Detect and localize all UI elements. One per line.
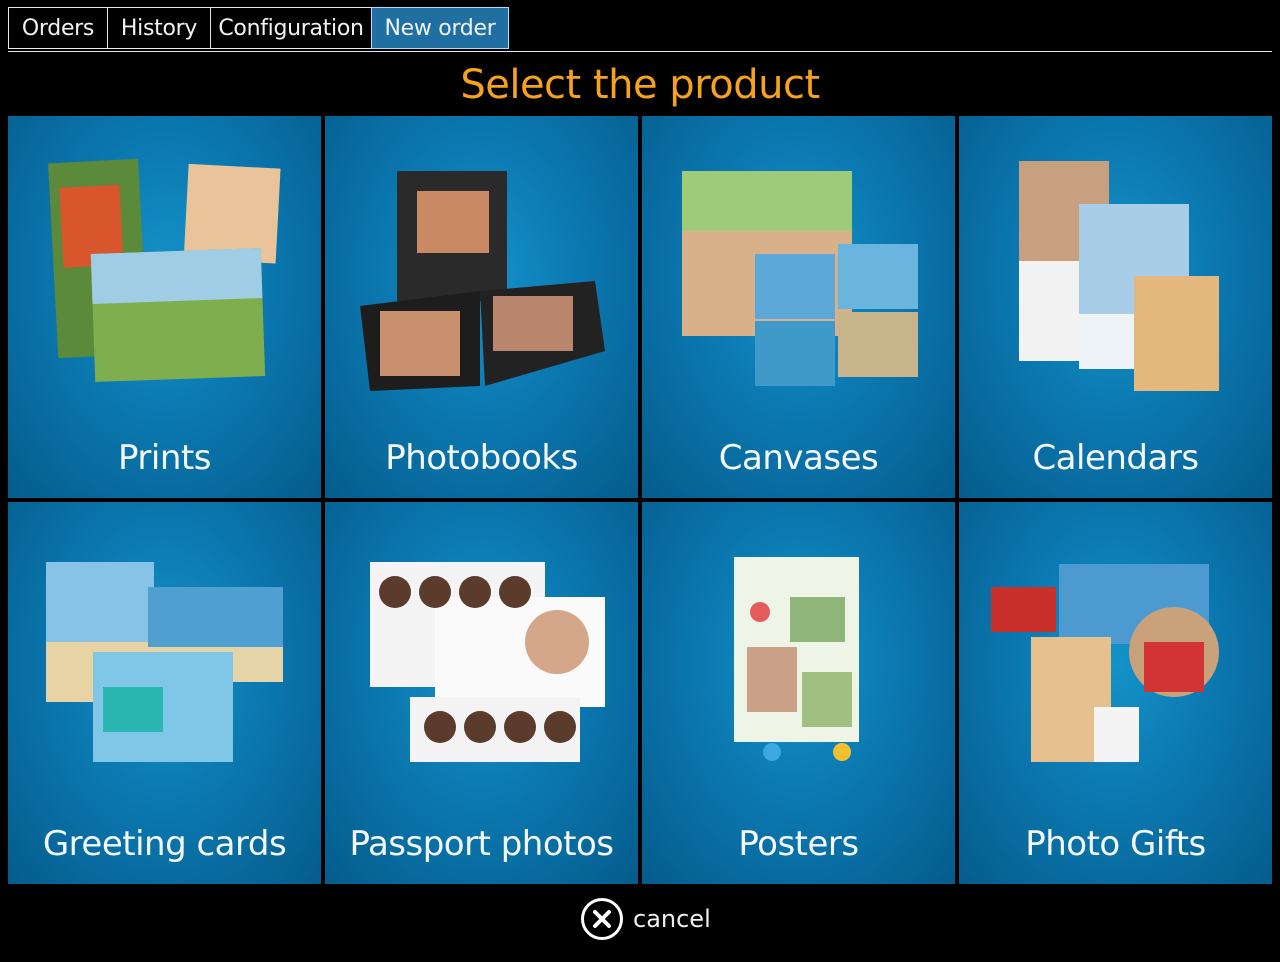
product-label: Canvases [718, 438, 879, 478]
tab-orders[interactable]: Orders [8, 7, 108, 49]
tab-new-order[interactable]: New order [371, 7, 509, 49]
greeting-cards-illustration [46, 562, 283, 762]
prints-illustration [48, 158, 281, 382]
tab-configuration[interactable]: Configuration [210, 7, 372, 49]
product-tile-passport-photos[interactable]: Passport photos [325, 502, 638, 884]
product-tile-greeting-cards[interactable]: Greeting cards [8, 502, 321, 884]
close-icon [581, 898, 623, 940]
product-label: Photobooks [385, 438, 578, 478]
product-tile-prints[interactable]: Prints [8, 116, 321, 498]
canvases-illustration [682, 171, 918, 386]
photo-gifts-illustration [991, 564, 1219, 762]
product-label: Photo Gifts [1025, 824, 1206, 864]
product-label: Prints [118, 438, 211, 478]
cancel-label: cancel [633, 905, 711, 933]
posters-illustration [734, 557, 859, 761]
product-tile-posters[interactable]: Posters [642, 502, 955, 884]
tab-history[interactable]: History [107, 7, 211, 49]
product-tile-canvases[interactable]: Canvases [642, 116, 955, 498]
page-title: Select the product [460, 62, 820, 108]
cancel-button[interactable]: cancel [581, 896, 711, 942]
photobooks-illustration [360, 171, 605, 391]
product-label: Posters [738, 824, 859, 864]
product-label: Calendars [1032, 438, 1199, 478]
product-label: Greeting cards [42, 824, 287, 864]
product-tile-photobooks[interactable]: Photobooks [325, 116, 638, 498]
tab-bar: Orders History Configuration New order [8, 7, 1272, 52]
calendars-illustration [1019, 161, 1219, 391]
product-tile-photo-gifts[interactable]: Photo Gifts [959, 502, 1272, 884]
product-tile-calendars[interactable]: Calendars [959, 116, 1272, 498]
passport-photos-illustration [370, 562, 605, 762]
product-label: Passport photos [349, 824, 614, 864]
